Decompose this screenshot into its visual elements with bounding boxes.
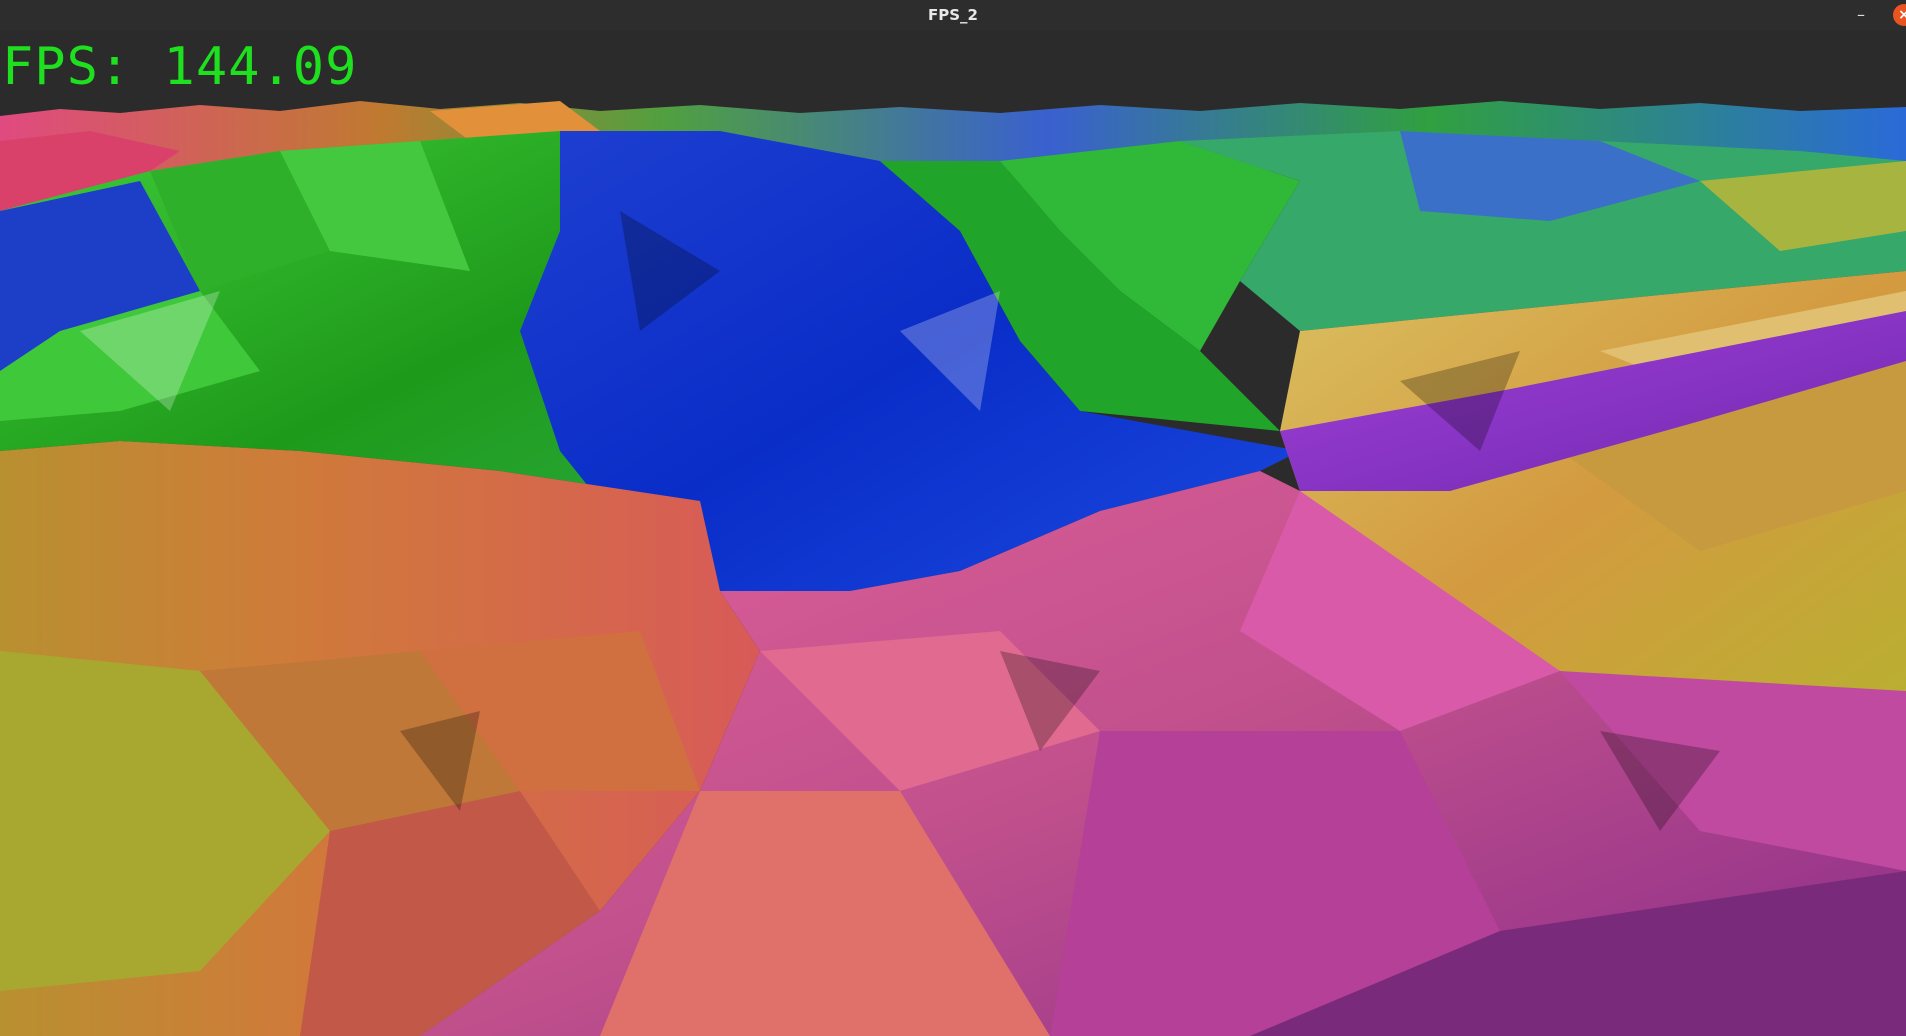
window-title: FPS_2	[928, 6, 978, 24]
terrain-render	[0, 101, 1906, 1036]
minimize-icon[interactable]: –	[1850, 3, 1872, 27]
window-titlebar[interactable]: FPS_2 – ×	[0, 0, 1906, 32]
fps-value: 144.09	[163, 37, 358, 97]
render-viewport[interactable]: FPS: 144.09	[0, 31, 1906, 1036]
fps-counter: FPS: 144.09	[2, 37, 357, 97]
fps-label: FPS:	[2, 37, 132, 97]
